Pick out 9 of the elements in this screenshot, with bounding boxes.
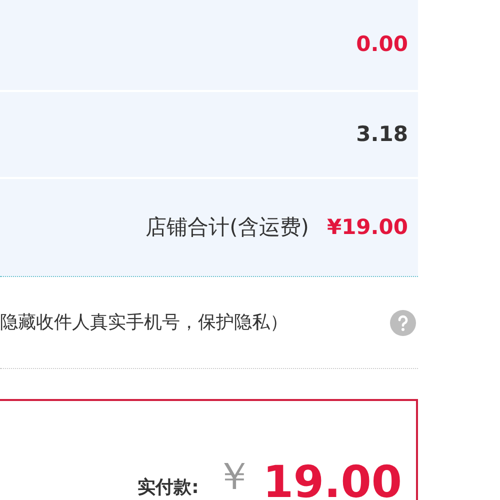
payment-label: 实付款: (138, 476, 199, 500)
row-label: 店铺合计(含运费) (146, 214, 309, 241)
row-value: 0.00 (356, 31, 408, 58)
privacy-note: 隐藏收件人真实手机号，保护隐私） (0, 311, 288, 335)
help-icon[interactable] (390, 310, 416, 336)
currency-symbol: ￥ (214, 453, 253, 500)
row-value: 3.18 (356, 120, 408, 148)
payment-amount: 19.00 (262, 461, 402, 500)
row-value: ¥19.00 (326, 214, 408, 241)
